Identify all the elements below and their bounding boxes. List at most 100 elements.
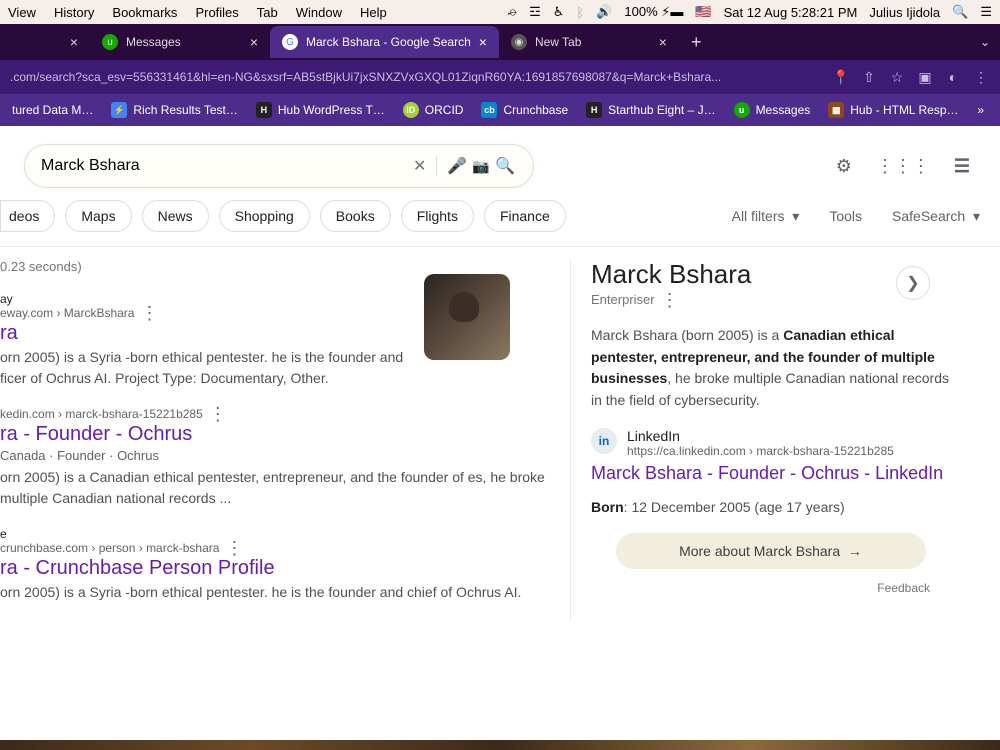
result-desc: orn 2005) is a Canadian ethical penteste… [0, 467, 560, 509]
tab-label: Messages [126, 35, 181, 49]
chrome-icon: ◉ [511, 34, 527, 50]
result-thumbnail[interactable] [424, 274, 510, 360]
kebab-menu-icon[interactable]: ⋮ [972, 69, 990, 86]
lens-icon[interactable]: 📷 [469, 158, 493, 175]
url-text[interactable]: .com/search?sca_esv=556331461&hl=en-NG&s… [10, 70, 822, 84]
bookmark-hub-html[interactable]: ▦Hub - HTML Resp… [822, 98, 964, 122]
h-icon: H [586, 102, 602, 118]
result-menu-icon[interactable]: ⋮ [225, 543, 243, 553]
chip-finance[interactable]: Finance [484, 200, 566, 232]
kp-born: Born: 12 December 2005 (age 17 years) [591, 499, 950, 515]
settings-icon[interactable]: ⚙ [836, 156, 852, 177]
close-icon[interactable]: × [659, 34, 667, 50]
new-tab-button[interactable]: + [679, 32, 714, 53]
kp-more-button[interactable]: More about Marck Bshara → [616, 533, 926, 569]
close-icon[interactable]: × [70, 34, 78, 50]
kp-source-name: LinkedIn [627, 428, 894, 444]
result-breadcrumb: crunchbase.com › person › marck-bshara⋮ [0, 541, 560, 555]
tab-messages[interactable]: u Messages × [90, 26, 270, 58]
menu-history[interactable]: History [54, 5, 94, 20]
result-site: e [0, 527, 560, 541]
location-icon[interactable]: 📍 [832, 69, 850, 86]
kp-linkedin-link[interactable]: Marck Bshara - Founder - Ochrus - Linked… [591, 462, 950, 485]
result-breadcrumb: eway.com › MarckBshara⋮ [0, 306, 424, 320]
chip-videos[interactable]: deos [0, 200, 55, 232]
kp-title: Marck Bshara [591, 259, 751, 290]
menu-view[interactable]: View [8, 5, 36, 20]
bookmark-rich-results[interactable]: ⚡Rich Results Test… [105, 98, 243, 122]
menu-profiles[interactable]: Profiles [195, 5, 238, 20]
google-icon: G [282, 34, 298, 50]
wifi-icon[interactable]: ☲ [529, 4, 541, 20]
bluetooth-icon[interactable]: ᛒ [576, 5, 584, 20]
profile-icon[interactable]: ◐ [944, 69, 962, 85]
hub-icon: ▦ [828, 102, 844, 118]
close-icon[interactable]: × [250, 34, 258, 50]
result-1: kedin.com › marck-bshara-15221b285⋮ ra -… [0, 407, 560, 509]
tab-0[interactable]: × [50, 26, 90, 58]
account-icon[interactable]: ☰ [954, 156, 970, 177]
tab-label: New Tab [535, 35, 581, 49]
kp-source-url: https://ca.linkedin.com › marck-bshara-1… [627, 444, 894, 458]
result-2: e crunchbase.com › person › marck-bshara… [0, 527, 560, 603]
search-icon[interactable]: 🔍 [493, 156, 517, 176]
user-name[interactable]: Julius Ijidola [869, 5, 940, 20]
search-box[interactable]: ✕ 🎤 📷 🔍 [24, 144, 534, 188]
menu-bookmarks[interactable]: Bookmarks [112, 5, 177, 20]
safesearch-button[interactable]: SafeSearch ▾ [892, 208, 980, 225]
all-filters-button[interactable]: All filters ▾ [732, 208, 800, 225]
upwork-icon: u [102, 34, 118, 50]
control-list-icon[interactable]: ☰ [980, 4, 992, 20]
accessibility-icon[interactable]: ♿︎ [553, 4, 565, 20]
upwork-icon: u [734, 102, 750, 118]
extension-icon[interactable]: ▣ [916, 69, 934, 86]
battery-status[interactable]: 100% ⚡︎▬ [624, 4, 683, 20]
tab-new-tab[interactable]: ◉ New Tab × [499, 26, 679, 58]
chip-shopping[interactable]: Shopping [219, 200, 310, 232]
chip-flights[interactable]: Flights [401, 200, 474, 232]
kp-subtitle: Enterpriser [591, 292, 655, 307]
bookmark-starthub[interactable]: HStarthub Eight – J… [580, 98, 721, 122]
close-icon[interactable]: × [479, 34, 487, 50]
kp-menu-icon[interactable]: ⋮ [661, 295, 679, 305]
macos-menubar: View History Bookmarks Profiles Tab Wind… [0, 0, 1000, 24]
chip-books[interactable]: Books [320, 200, 391, 232]
bookmark-orcid[interactable]: iDORCID [397, 98, 470, 122]
menu-window[interactable]: Window [296, 5, 342, 20]
volume-icon[interactable]: 🔊 [596, 4, 612, 20]
share-icon[interactable]: ⇧ [860, 69, 878, 86]
chip-maps[interactable]: Maps [65, 200, 131, 232]
clear-icon[interactable]: ✕ [413, 156, 437, 176]
input-flag-icon[interactable]: 🇺🇸 [695, 4, 711, 20]
menu-tab[interactable]: Tab [257, 5, 278, 20]
control-center-icon[interactable]: ⌮ [507, 4, 517, 20]
result-title[interactable]: ra - Founder - Ochrus [0, 423, 560, 446]
bookmark-crunchbase[interactable]: cbCrunchbase [475, 98, 574, 122]
kp-next-arrow-icon[interactable]: ❯ [896, 266, 930, 300]
spotlight-icon[interactable]: 🔍 [952, 4, 968, 20]
address-bar: .com/search?sca_esv=556331461&hl=en-NG&s… [0, 60, 1000, 94]
result-title[interactable]: ra - Crunchbase Person Profile [0, 557, 560, 580]
tools-button[interactable]: Tools [829, 208, 862, 225]
menu-help[interactable]: Help [360, 5, 387, 20]
result-menu-icon[interactable]: ⋮ [209, 409, 227, 419]
tab-google-search[interactable]: G Marck Bshara - Google Search × [270, 26, 499, 58]
star-icon[interactable]: ☆ [888, 69, 906, 86]
browser-tabstrip: × u Messages × G Marck Bshara - Google S… [0, 24, 1000, 60]
bookmark-structured-data[interactable]: tured Data M… [6, 99, 99, 121]
result-menu-icon[interactable]: ⋮ [140, 308, 158, 318]
bookmark-hub-wordpress[interactable]: HHub WordPress T… [250, 98, 391, 122]
mic-icon[interactable]: 🎤 [445, 156, 469, 176]
kp-feedback-link[interactable]: Feedback [591, 581, 930, 595]
result-desc: orn 2005) is a Syria -born ethical pente… [0, 582, 560, 603]
google-icon: ⚡ [111, 102, 127, 118]
datetime[interactable]: Sat 12 Aug 5:28:21 PM [724, 5, 858, 20]
apps-grid-icon[interactable]: ⋮⋮⋮ [876, 156, 930, 177]
bookmark-messages[interactable]: uMessages [728, 98, 817, 122]
search-input[interactable] [41, 157, 413, 175]
bookmarks-overflow-icon[interactable]: » [977, 103, 984, 117]
tabs-dropdown-icon[interactable]: ⌄ [980, 35, 990, 49]
knowledge-panel: Marck Bshara Enterpriser ⋮ ❯ Marck Bshara… [570, 259, 950, 621]
chip-news[interactable]: News [142, 200, 209, 232]
page-content: ✕ 🎤 📷 🔍 ⚙ ⋮⋮⋮ ☰ deos Maps News Shopping … [0, 126, 1000, 750]
